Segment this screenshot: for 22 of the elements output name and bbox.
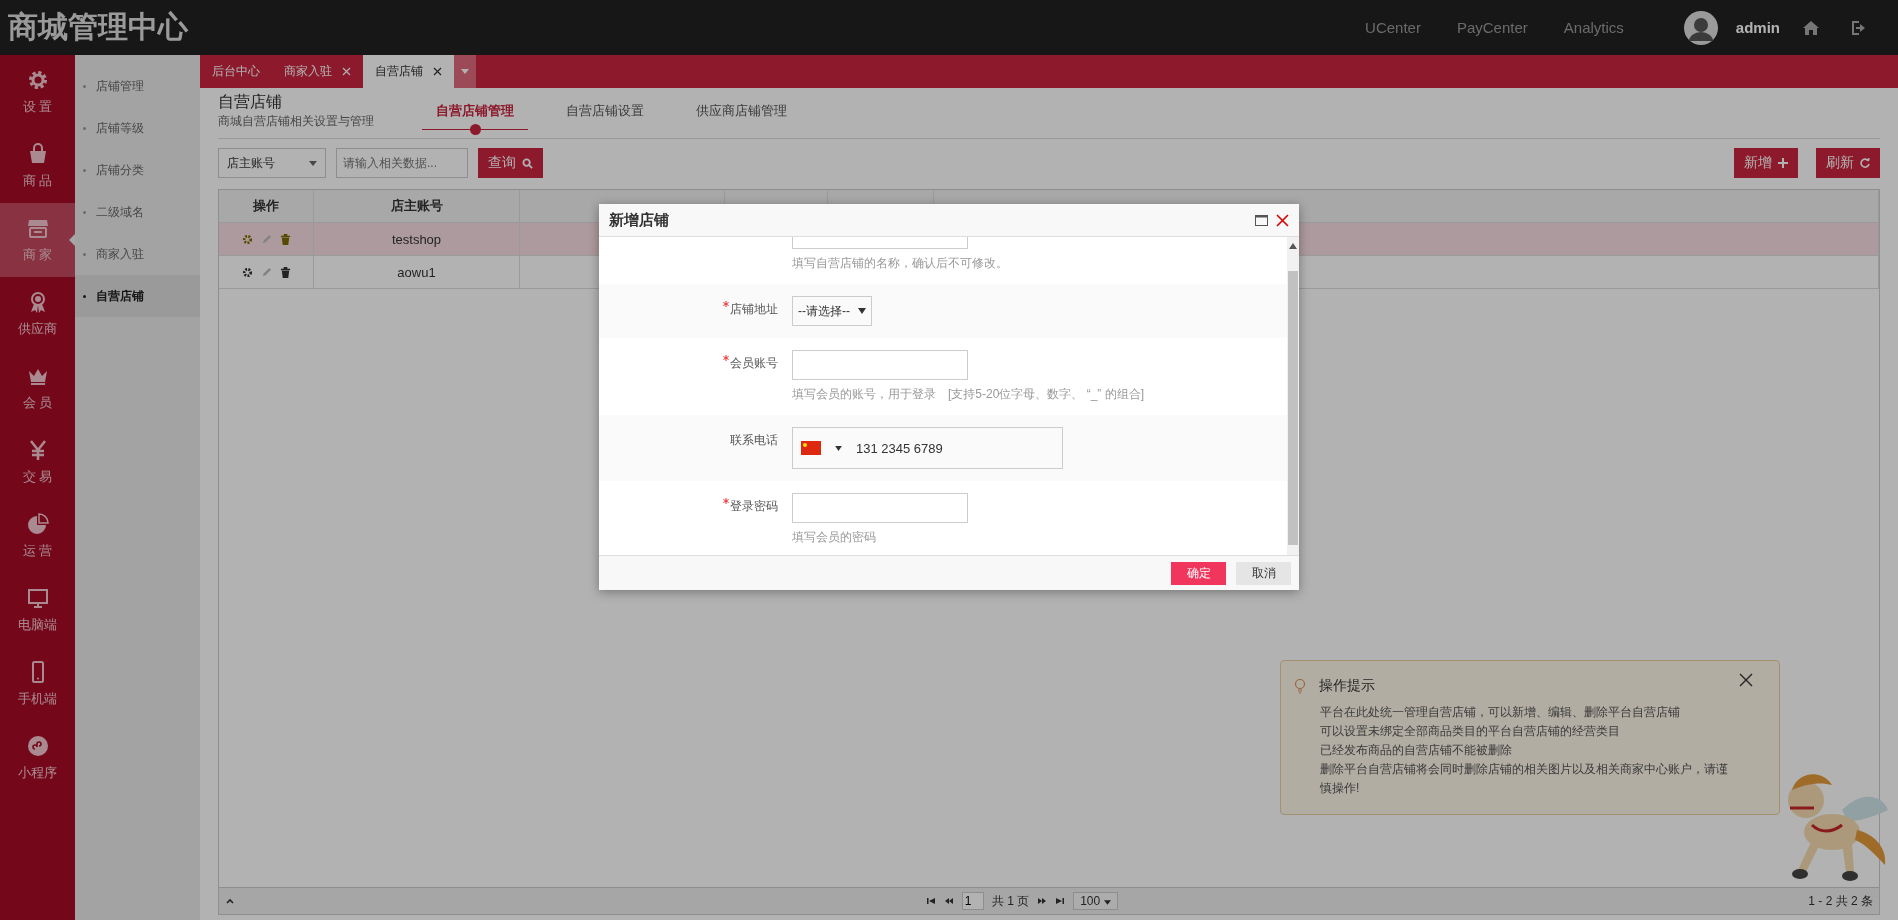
- hint-text: 填写会员的密码: [792, 529, 877, 546]
- column-header: 店主账号: [314, 190, 520, 222]
- tip-text: 可以设置未绑定全部商品类目的平台自营店铺的经营类目: [1320, 723, 1621, 740]
- tip-text: 平台在此处统一管理自营店铺，可以新增、编辑、删除平台自营店铺: [1320, 704, 1681, 721]
- page-count: 共 1 页: [991, 892, 1030, 910]
- field-label: 联系电话: [730, 433, 778, 447]
- hint-text: 填写自营店铺的名称，确认后不可修改。: [792, 255, 1008, 272]
- field-label: 店铺地址: [723, 302, 778, 316]
- hint-text: 填写会员的账号，用于登录 [支持5-20位字母、数字、 “_” 的组合]: [792, 386, 1145, 403]
- field-label: 会员账号: [723, 356, 778, 370]
- column-header: 操作: [219, 190, 314, 222]
- dialog-title: 新增店铺: [609, 210, 670, 230]
- table-cell: aowu1: [314, 256, 520, 288]
- tips-title: 操作提示: [1319, 677, 1375, 695]
- tip-text: 删除平台自营店铺将会同时删除店铺的相关图片以及相关商家中心账户，请谨慎操作!: [1320, 761, 1729, 797]
- page-subtitle: 商城自营店铺相关设置与管理: [218, 113, 374, 130]
- record-summary: 1 - 2 共 2 条: [1808, 892, 1873, 910]
- table-cell: testshop: [314, 223, 520, 255]
- page-title: 自营店铺: [218, 92, 283, 112]
- tip-text: 已经发布商品的自营店铺不能被删除: [1320, 742, 1513, 759]
- field-label: 登录密码: [723, 499, 778, 513]
- app-title: 商城管理中心: [8, 9, 189, 45]
